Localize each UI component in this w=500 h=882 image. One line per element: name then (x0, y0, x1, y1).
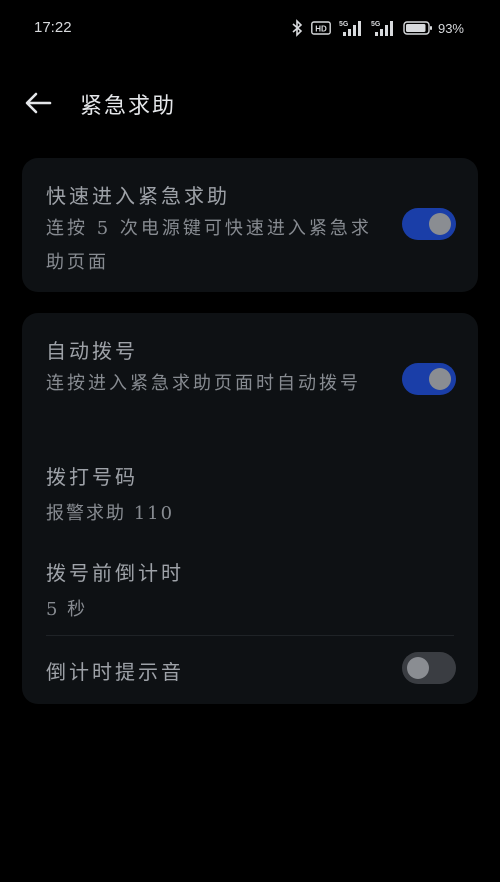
status-time: 17:22 (34, 19, 72, 36)
countdown-sound-title: 倒计时提示音 (46, 660, 184, 684)
auto-dial-title: 自动拨号 (46, 339, 138, 363)
quick-entry-row[interactable]: 快速进入紧急求助 连按 5 次电源键可快速进入紧急求助页面 (22, 158, 478, 292)
toggle-knob (429, 213, 451, 235)
signal-5g-icon: 5G (339, 19, 363, 37)
dial-number-row[interactable]: 拨打号码 报警求助 110 (22, 445, 478, 535)
dial-number-title: 拨打号码 (46, 465, 138, 489)
quick-entry-toggle[interactable] (402, 208, 456, 240)
arrow-left-icon (25, 92, 52, 114)
quick-entry-card: 快速进入紧急求助 连按 5 次电源键可快速进入紧急求助页面 (22, 158, 478, 292)
quick-entry-title: 快速进入紧急求助 (46, 184, 230, 208)
battery-icon (403, 20, 433, 36)
back-button[interactable] (22, 86, 56, 120)
auto-dial-row[interactable]: 自动拨号 连按进入紧急求助页面时自动拨号 (22, 313, 478, 435)
network-label-2: 5G (371, 21, 381, 28)
auto-dial-toggle[interactable] (402, 363, 456, 395)
battery-percent: 93% (437, 20, 464, 36)
toggle-knob (407, 657, 429, 679)
page-title: 紧急求助 (80, 94, 177, 119)
countdown-title: 拨号前倒计时 (46, 561, 184, 585)
hd-label: HD (315, 25, 327, 34)
auto-dial-subtitle: 连按进入紧急求助页面时自动拨号 (46, 373, 361, 394)
dial-settings-card: 自动拨号 连按进入紧急求助页面时自动拨号 拨打号码 报警求助 110 拨号前倒计… (22, 313, 478, 704)
countdown-sound-toggle[interactable] (402, 652, 456, 684)
countdown-sound-row[interactable]: 倒计时提示音 (22, 636, 478, 704)
hd-voice-icon: HD (311, 20, 331, 36)
bluetooth-icon (291, 19, 303, 37)
network-label-1: 5G (339, 21, 349, 28)
countdown-value: 5 秒 (46, 599, 88, 620)
toggle-knob (429, 368, 451, 390)
app-header: 紧急求助 (0, 80, 500, 124)
status-bar: 17:22 HD 5G 5G 93% (0, 0, 500, 56)
signal-5g-icon: 5G (371, 19, 395, 37)
status-icons: HD 5G 5G 93% (291, 17, 464, 39)
countdown-row[interactable]: 拨号前倒计时 5 秒 (22, 541, 478, 631)
dial-number-value: 报警求助 110 (46, 503, 175, 524)
quick-entry-subtitle: 连按 5 次电源键可快速进入紧急求助页面 (46, 218, 372, 273)
